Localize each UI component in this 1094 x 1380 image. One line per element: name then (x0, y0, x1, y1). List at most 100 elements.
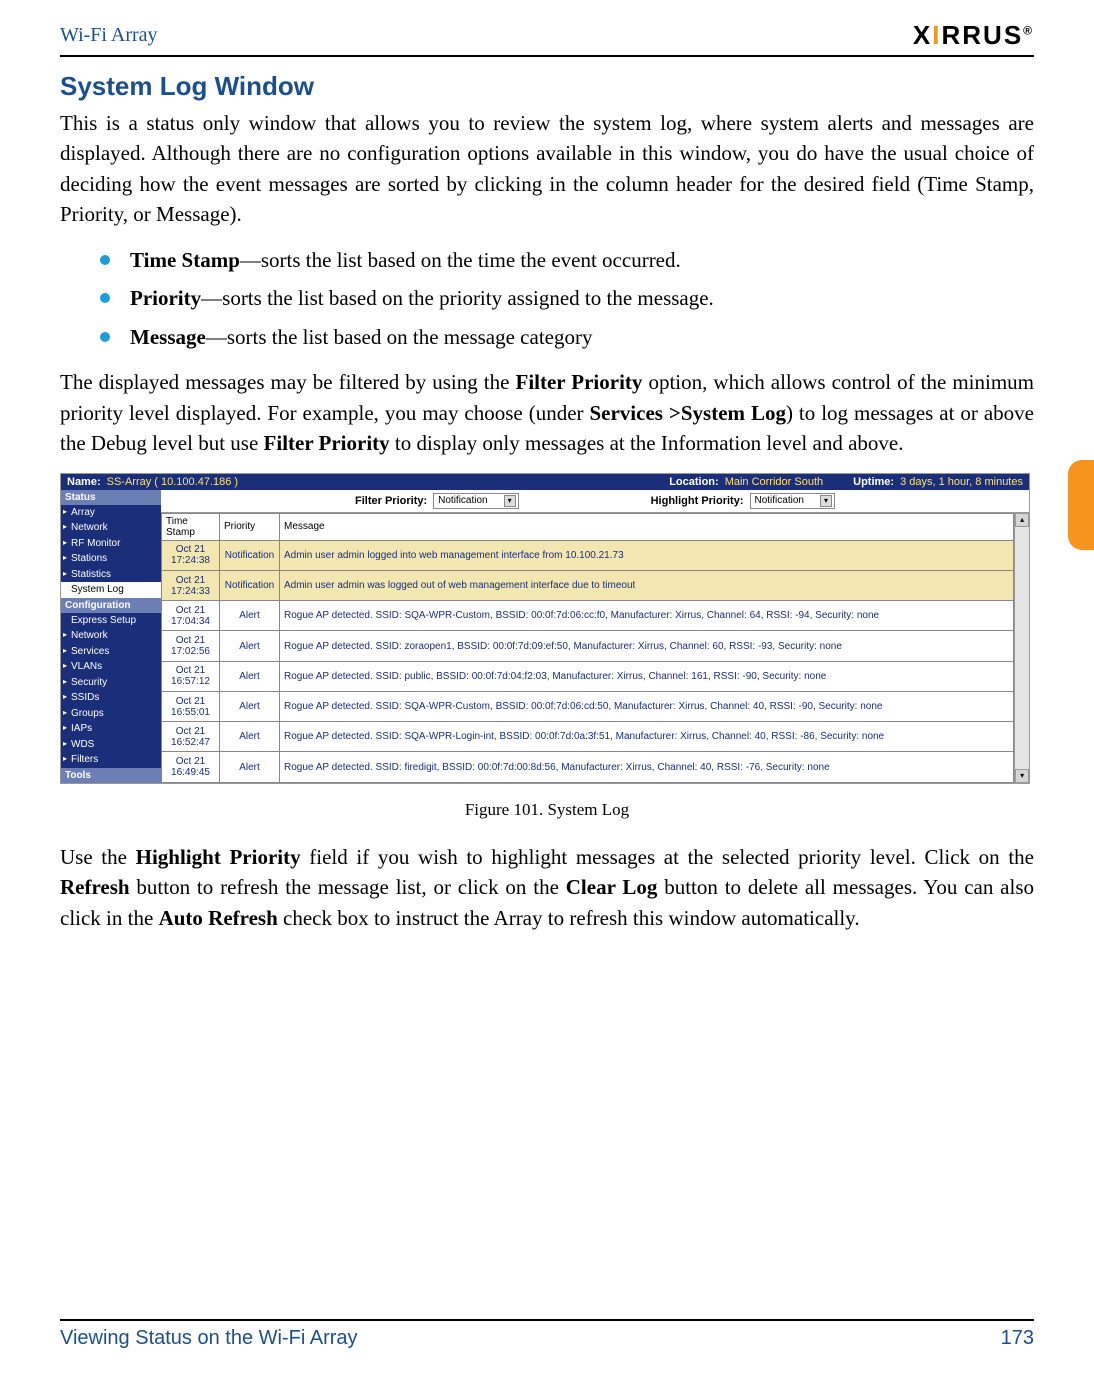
list-item: Message—sorts the list based on the mess… (100, 321, 1034, 354)
cell-timestamp: Oct 21 16:55:01 (162, 691, 220, 721)
highlight-priority-label: Highlight Priority: (651, 495, 744, 507)
cell-timestamp: Oct 21 16:49:45 (162, 752, 220, 782)
nav-item[interactable]: Statistics (61, 567, 161, 583)
name-value: SS-Array ( 10.100.47.186 ) (107, 476, 238, 488)
nav-item[interactable]: RF Monitor (61, 536, 161, 552)
cell-message: Rogue AP detected. SSID: SQA-WPR-Custom,… (280, 601, 1014, 631)
scroll-up-icon[interactable]: ▴ (1015, 513, 1029, 527)
window-titlebar: Name: SS-Array ( 10.100.47.186 ) Locatio… (61, 474, 1029, 490)
uptime-value: 3 days, 1 hour, 8 minutes (900, 476, 1023, 488)
table-row: Oct 21 16:55:01AlertRogue AP detected. S… (162, 691, 1014, 721)
cell-message: Rogue AP detected. SSID: SQA-WPR-Login-i… (280, 722, 1014, 752)
desc: —sorts the list based on the priority as… (201, 286, 714, 310)
nav-item[interactable]: Express Setup (61, 613, 161, 629)
cell-message: Admin user admin was logged out of web m… (280, 570, 1014, 600)
cell-message: Rogue AP detected. SSID: SQA-WPR-Custom,… (280, 691, 1014, 721)
cell-priority: Notification (220, 540, 280, 570)
desc: —sorts the list based on the message cat… (206, 325, 593, 349)
cell-timestamp: Oct 21 16:52:47 (162, 722, 220, 752)
chevron-down-icon: ▾ (504, 495, 516, 507)
cell-timestamp: Oct 21 16:57:12 (162, 661, 220, 691)
filter-bar: Filter Priority: Notification ▾ Highligh… (161, 490, 1029, 513)
nav-item[interactable]: Stations (61, 551, 161, 567)
uptime-label: Uptime: (853, 476, 894, 488)
logo-x: X (913, 20, 932, 50)
filter-priority-select[interactable]: Notification ▾ (433, 493, 518, 509)
chevron-down-icon: ▾ (820, 495, 832, 507)
filter-priority-label: Filter Priority: (355, 495, 427, 507)
cell-message: Rogue AP detected. SSID: public, BSSID: … (280, 661, 1014, 691)
location-label: Location: (669, 476, 719, 488)
nav-group-header: Status (61, 490, 161, 505)
scroll-down-icon[interactable]: ▾ (1015, 769, 1029, 783)
nav-item[interactable]: System Log (61, 582, 161, 598)
product-name: Wi-Fi Array (60, 24, 158, 47)
cell-timestamp: Oct 21 17:04:34 (162, 601, 220, 631)
highlight-priority-value: Notification (755, 495, 804, 506)
nav-group-header: Tools (61, 768, 161, 783)
nav-item[interactable]: Filters (61, 752, 161, 768)
section-title: System Log Window (60, 71, 1034, 102)
table-row: Oct 21 16:52:47AlertRogue AP detected. S… (162, 722, 1014, 752)
col-timestamp[interactable]: Time Stamp (162, 513, 220, 540)
term: Message (130, 325, 206, 349)
nav-item[interactable]: Array (61, 505, 161, 521)
left-nav: StatusArrayNetworkRF MonitorStationsStat… (61, 490, 161, 783)
table-row: Oct 21 17:02:56AlertRogue AP detected. S… (162, 631, 1014, 661)
page-header: Wi-Fi Array XIRRUS® (60, 20, 1034, 57)
cell-timestamp: Oct 21 17:02:56 (162, 631, 220, 661)
term: Time Stamp (130, 248, 240, 272)
table-row: Oct 21 16:49:45AlertRogue AP detected. S… (162, 752, 1014, 782)
page-footer: Viewing Status on the Wi-Fi Array 173 (60, 1319, 1034, 1350)
intro-paragraph: This is a status only window that allows… (60, 108, 1034, 230)
vertical-scrollbar[interactable]: ▴ ▾ (1014, 513, 1029, 783)
filter-paragraph: The displayed messages may be filtered b… (60, 367, 1034, 458)
cell-priority: Alert (220, 661, 280, 691)
nav-item[interactable]: Network (61, 520, 161, 536)
term: Priority (130, 286, 201, 310)
cell-message: Rogue AP detected. SSID: zoraopen1, BSSI… (280, 631, 1014, 661)
nav-item[interactable]: Services (61, 644, 161, 660)
nav-group-header: Configuration (61, 598, 161, 613)
log-table: Time Stamp Priority Message Oct 21 17:24… (161, 513, 1014, 783)
cell-priority: Alert (220, 601, 280, 631)
cell-priority: Alert (220, 752, 280, 782)
system-log-screenshot: Name: SS-Array ( 10.100.47.186 ) Locatio… (60, 473, 1030, 784)
table-row: Oct 21 17:04:34AlertRogue AP detected. S… (162, 601, 1014, 631)
cell-timestamp: Oct 21 17:24:38 (162, 540, 220, 570)
cell-priority: Alert (220, 691, 280, 721)
footer-title: Viewing Status on the Wi-Fi Array (60, 1327, 358, 1350)
cell-message: Admin user admin logged into web managem… (280, 540, 1014, 570)
name-label: Name: (67, 476, 101, 488)
table-row: Oct 21 17:24:33NotificationAdmin user ad… (162, 570, 1014, 600)
list-item: Time Stamp—sorts the list based on the t… (100, 244, 1034, 277)
figure-caption: Figure 101. System Log (60, 800, 1034, 820)
table-row: Oct 21 17:24:38NotificationAdmin user ad… (162, 540, 1014, 570)
cell-timestamp: Oct 21 17:24:33 (162, 570, 220, 600)
nav-item[interactable]: Security (61, 675, 161, 691)
nav-item[interactable]: WDS (61, 737, 161, 753)
page-number: 173 (1001, 1327, 1034, 1350)
cell-message: Rogue AP detected. SSID: firedigit, BSSI… (280, 752, 1014, 782)
desc: —sorts the list based on the time the ev… (240, 248, 681, 272)
cell-priority: Alert (220, 631, 280, 661)
logo-reg: ® (1023, 23, 1034, 37)
table-row: Oct 21 16:57:12AlertRogue AP detected. S… (162, 661, 1014, 691)
logo-rest: RRUS (941, 20, 1023, 50)
sort-options-list: Time Stamp—sorts the list based on the t… (60, 244, 1034, 354)
list-item: Priority—sorts the list based on the pri… (100, 282, 1034, 315)
filter-priority-value: Notification (438, 495, 487, 506)
nav-item[interactable]: IAPs (61, 721, 161, 737)
thumb-tab (1068, 460, 1094, 550)
cell-priority: Alert (220, 722, 280, 752)
highlight-paragraph: Use the Highlight Priority field if you … (60, 842, 1034, 933)
nav-item[interactable]: SSIDs (61, 690, 161, 706)
nav-item[interactable]: Network (61, 628, 161, 644)
col-message[interactable]: Message (280, 513, 1014, 540)
highlight-priority-select[interactable]: Notification ▾ (750, 493, 835, 509)
location-value: Main Corridor South (725, 476, 823, 488)
brand-logo: XIRRUS® (913, 20, 1034, 51)
nav-item[interactable]: VLANs (61, 659, 161, 675)
nav-item[interactable]: Groups (61, 706, 161, 722)
col-priority[interactable]: Priority (220, 513, 280, 540)
